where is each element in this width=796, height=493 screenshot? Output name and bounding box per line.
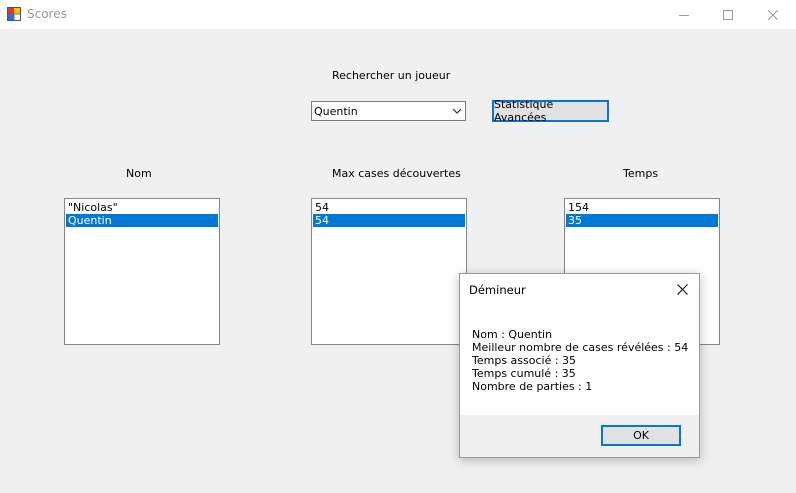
list-item[interactable]: 54 — [313, 201, 465, 214]
player-select[interactable]: Quentin — [311, 101, 466, 121]
list-item-selected[interactable]: Quentin — [66, 214, 218, 227]
search-label: Rechercher un joueur — [332, 69, 451, 82]
maximize-icon — [723, 9, 733, 20]
list-item-selected[interactable]: 35 — [566, 214, 718, 227]
dialog-line: Temps associé : 35 — [472, 354, 577, 367]
header-max-cells: Max cases découvertes — [332, 167, 461, 180]
window-title: Scores — [27, 7, 67, 21]
max-cells-listbox[interactable]: 54 54 — [311, 198, 467, 345]
dialog-footer: OK — [460, 415, 699, 457]
advanced-stats-label: Statistique Avancées — [494, 98, 554, 124]
list-item[interactable]: 154 — [566, 201, 718, 214]
dialog-line: Meilleur nombre de cases révélées : 54 — [472, 341, 689, 354]
title-bar: Scores — [0, 0, 796, 29]
list-item[interactable]: "Nicolas" — [66, 201, 218, 214]
list-item-selected[interactable]: 54 — [313, 214, 465, 227]
close-button[interactable] — [750, 0, 796, 29]
ok-button[interactable]: OK — [601, 425, 681, 446]
dialog-title: Démineur — [469, 283, 526, 297]
name-listbox[interactable]: "Nicolas" Quentin — [64, 198, 220, 345]
dialog-line: Nombre de parties : 1 — [472, 380, 593, 393]
ok-label: OK — [633, 429, 649, 442]
dialog-line: Temps cumulé : 35 — [472, 367, 576, 380]
app-icon — [7, 7, 21, 21]
chevron-down-icon — [452, 108, 462, 114]
message-dialog: Démineur Nom : Quentin Meilleur nombre d… — [459, 273, 700, 458]
close-icon — [676, 283, 688, 295]
header-time: Temps — [623, 167, 659, 180]
close-icon — [768, 9, 778, 20]
header-name: Nom — [126, 167, 152, 180]
minimize-icon — [679, 14, 689, 16]
dialog-line: Nom : Quentin — [472, 328, 553, 341]
advanced-stats-button[interactable]: Statistique Avancées — [492, 98, 609, 124]
dialog-close-button[interactable] — [671, 280, 693, 298]
maximize-button[interactable] — [705, 0, 751, 29]
dialog-message: Nom : Quentin Meilleur nombre de cases r… — [472, 328, 688, 393]
player-select-value: Quentin — [314, 105, 358, 118]
minimize-button[interactable] — [661, 0, 707, 29]
